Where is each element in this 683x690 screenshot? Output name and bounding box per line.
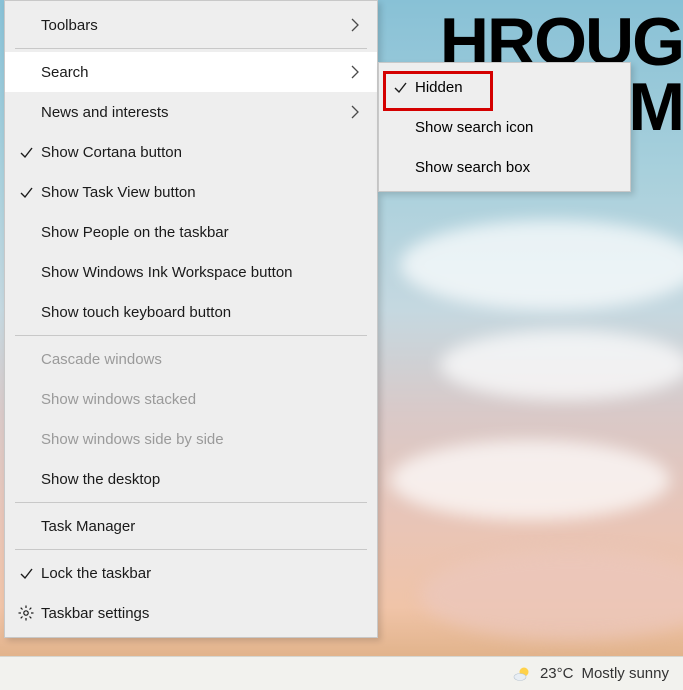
separator	[15, 549, 367, 550]
menu-item-desktop[interactable]: Show the desktop	[5, 459, 377, 499]
chevron-right-icon	[347, 105, 363, 119]
chevron-right-icon	[347, 18, 363, 32]
menu-label: Cascade windows	[39, 351, 363, 368]
submenu-item-hidden[interactable]: Hidden	[379, 67, 630, 107]
submenu-item-show-box[interactable]: Show search box	[379, 147, 630, 187]
menu-item-touchkb[interactable]: Show touch keyboard button	[5, 292, 377, 332]
separator	[15, 48, 367, 49]
menu-label: Show touch keyboard button	[39, 304, 363, 321]
check-icon	[13, 566, 39, 581]
menu-item-settings[interactable]: Taskbar settings	[5, 593, 377, 633]
menu-item-taskmgr[interactable]: Task Manager	[5, 506, 377, 546]
separator	[15, 502, 367, 503]
menu-label: Show search box	[413, 159, 612, 176]
wallpaper-clouds	[380, 180, 683, 650]
menu-item-ink[interactable]: Show Windows Ink Workspace button	[5, 252, 377, 292]
search-submenu: Hidden Show search icon Show search box	[378, 62, 631, 192]
submenu-item-show-icon[interactable]: Show search icon	[379, 107, 630, 147]
weather-icon	[512, 664, 532, 684]
menu-item-cascade: Cascade windows	[5, 339, 377, 379]
menu-item-toolbars[interactable]: Toolbars	[5, 5, 377, 45]
menu-label: News and interests	[39, 104, 347, 121]
menu-item-stacked: Show windows stacked	[5, 379, 377, 419]
check-icon	[13, 145, 39, 160]
menu-label: Show windows stacked	[39, 391, 363, 408]
menu-label: Lock the taskbar	[39, 565, 363, 582]
menu-label: Show Task View button	[39, 184, 363, 201]
menu-item-sidebyside: Show windows side by side	[5, 419, 377, 459]
menu-label: Show search icon	[413, 119, 612, 136]
taskbar-context-menu: Toolbars Search News and interests Show …	[4, 0, 378, 638]
menu-item-cortana[interactable]: Show Cortana button	[5, 132, 377, 172]
menu-label: Taskbar settings	[39, 605, 363, 622]
chevron-right-icon	[347, 65, 363, 79]
menu-label: Toolbars	[39, 17, 347, 34]
taskbar[interactable]: 23°C Mostly sunny	[0, 656, 683, 690]
menu-label: Show the desktop	[39, 471, 363, 488]
menu-item-news[interactable]: News and interests	[5, 92, 377, 132]
weather-condition: Mostly sunny	[581, 665, 669, 682]
menu-item-lock[interactable]: Lock the taskbar	[5, 553, 377, 593]
menu-item-search[interactable]: Search	[5, 52, 377, 92]
menu-label: Task Manager	[39, 518, 363, 535]
menu-label: Show Cortana button	[39, 144, 363, 161]
check-icon	[387, 80, 413, 95]
menu-label: Show Windows Ink Workspace button	[39, 264, 363, 281]
weather-temp: 23°C	[540, 665, 574, 682]
check-icon	[13, 185, 39, 200]
separator	[15, 335, 367, 336]
menu-label: Hidden	[413, 79, 612, 96]
gear-icon	[13, 605, 39, 621]
menu-label: Show People on the taskbar	[39, 224, 363, 241]
menu-label: Show windows side by side	[39, 431, 363, 448]
menu-item-people[interactable]: Show People on the taskbar	[5, 212, 377, 252]
menu-label: Search	[39, 64, 347, 81]
menu-item-taskview[interactable]: Show Task View button	[5, 172, 377, 212]
